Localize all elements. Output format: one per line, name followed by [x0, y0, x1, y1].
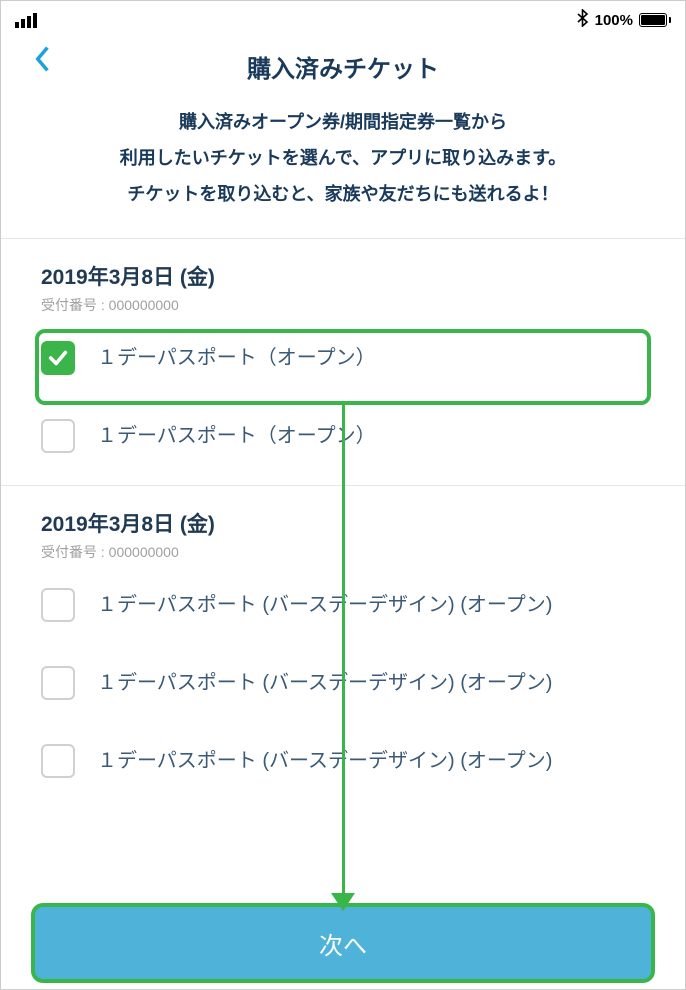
- ticket-label: １デーパスポート (バースデーデザイン) (オープン): [97, 664, 552, 702]
- ticket-group: 2019年3月8日 (金) 受付番号 : 000000000 １デーパスポート …: [1, 485, 685, 810]
- intro-line: 利用したいチケットを選んで、アプリに取り込みます。: [41, 140, 645, 176]
- bottom-fade: [2, 875, 684, 905]
- chevron-left-icon: [34, 45, 52, 73]
- status-bar: 100%: [1, 1, 685, 37]
- ticket-row[interactable]: １デーパスポート (バースデーデザイン) (オープン): [1, 644, 685, 722]
- ticket-row[interactable]: １デーパスポート (バースデーデザイン) (オープン): [1, 566, 685, 644]
- group-ref: 受付番号 : 000000000: [41, 295, 645, 315]
- ticket-label: １デーパスポート（オープン）: [97, 417, 376, 455]
- ticket-checkbox[interactable]: [41, 341, 75, 375]
- page-title: 購入済みチケット: [247, 49, 439, 84]
- ticket-row[interactable]: １デーパスポート (バースデーデザイン) (オープン): [1, 722, 685, 800]
- ticket-checkbox[interactable]: [41, 666, 75, 700]
- ticket-row[interactable]: １デーパスポート（オープン）: [1, 397, 685, 475]
- ticket-label: １デーパスポート (バースデーデザイン) (オープン): [97, 586, 552, 624]
- ticket-checkbox[interactable]: [41, 588, 75, 622]
- next-button-label: 次へ: [319, 926, 367, 961]
- battery-icon: [639, 13, 671, 27]
- group-date: 2019年3月8日 (金): [41, 508, 645, 538]
- intro-text: 購入済みオープン券/期間指定券一覧から 利用したいチケットを選んで、アプリに取り…: [1, 104, 685, 238]
- group-header: 2019年3月8日 (金) 受付番号 : 000000000: [1, 239, 685, 319]
- group-header: 2019年3月8日 (金) 受付番号 : 000000000: [1, 486, 685, 566]
- next-button[interactable]: 次へ: [35, 907, 651, 979]
- ticket-group: 2019年3月8日 (金) 受付番号 : 000000000 １デーパスポート（…: [1, 238, 685, 485]
- intro-line: 購入済みオープン券/期間指定券一覧から: [41, 104, 645, 140]
- ticket-checkbox[interactable]: [41, 744, 75, 778]
- ticket-label: １デーパスポート (バースデーデザイン) (オープン): [97, 742, 552, 780]
- signal-icon: [15, 13, 37, 28]
- battery-pct: 100%: [595, 12, 633, 29]
- intro-line: チケットを取り込むと、家族や友だちにも送れるよ！: [41, 176, 645, 212]
- bluetooth-icon: [577, 9, 589, 31]
- group-ref: 受付番号 : 000000000: [41, 542, 645, 562]
- nav-bar: 購入済みチケット: [1, 37, 685, 104]
- ticket-label: １デーパスポート（オープン）: [97, 339, 376, 377]
- ticket-checkbox[interactable]: [41, 419, 75, 453]
- group-date: 2019年3月8日 (金): [41, 261, 645, 291]
- ticket-row[interactable]: １デーパスポート（オープン）: [1, 319, 685, 397]
- back-button[interactable]: [29, 45, 57, 73]
